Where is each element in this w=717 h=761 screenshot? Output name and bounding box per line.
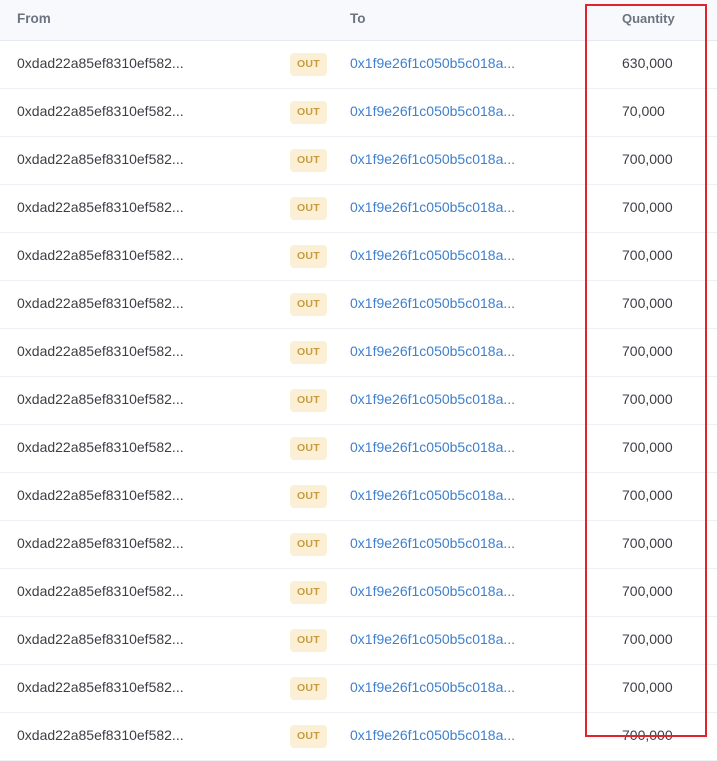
direction-badge: OUT	[290, 293, 327, 316]
direction-badge: OUT	[290, 533, 327, 556]
table-row: 0xdad22a85ef8310ef582... OUT 0x1f9e26f1c05…	[0, 425, 717, 473]
quantity-value: 700,000	[622, 151, 673, 167]
table-row: 0xdad22a85ef8310ef582... OUT 0x1f9e26f1c05…	[0, 41, 717, 89]
table-row: 0xdad22a85ef8310ef582... OUT 0x1f9e26f1c05…	[0, 281, 717, 329]
quantity-value: 700,000	[622, 679, 673, 695]
table-row: 0xdad22a85ef8310ef582... OUT 0x1f9e26f1c05…	[0, 233, 717, 281]
quantity-value: 700,000	[622, 487, 673, 503]
quantity-value: 630,000	[622, 55, 673, 71]
table-row: 0xdad22a85ef8310ef582... OUT 0x1f9e26f1c05…	[0, 473, 717, 521]
from-address[interactable]: 0xdad22a85ef8310ef582...	[17, 679, 184, 695]
from-address[interactable]: 0xdad22a85ef8310ef582...	[17, 631, 184, 647]
to-address-link[interactable]: 0x1f9e26f1c050b5c018a...	[350, 391, 515, 407]
direction-badge: OUT	[290, 437, 327, 460]
from-address[interactable]: 0xdad22a85ef8310ef582...	[17, 439, 184, 455]
direction-badge: OUT	[290, 149, 327, 172]
column-header-to: To	[350, 11, 366, 26]
from-address[interactable]: 0xdad22a85ef8310ef582...	[17, 343, 184, 359]
from-address[interactable]: 0xdad22a85ef8310ef582...	[17, 103, 184, 119]
table-row: 0xdad22a85ef8310ef582... OUT 0x1f9e26f1c05…	[0, 185, 717, 233]
quantity-value: 700,000	[622, 583, 673, 599]
table-row: 0xdad22a85ef8310ef582... OUT 0x1f9e26f1c05…	[0, 137, 717, 185]
from-address[interactable]: 0xdad22a85ef8310ef582...	[17, 151, 184, 167]
table-row: 0xdad22a85ef8310ef582... OUT 0x1f9e26f1c05…	[0, 713, 717, 761]
direction-badge: OUT	[290, 245, 327, 268]
to-address-link[interactable]: 0x1f9e26f1c050b5c018a...	[350, 535, 515, 551]
to-address-link[interactable]: 0x1f9e26f1c050b5c018a...	[350, 103, 515, 119]
column-header-from: From	[17, 11, 51, 26]
quantity-value: 700,000	[622, 295, 673, 311]
direction-badge: OUT	[290, 53, 327, 76]
table-row: 0xdad22a85ef8310ef582... OUT 0x1f9e26f1c05…	[0, 521, 717, 569]
table-row: 0xdad22a85ef8310ef582... OUT 0x1f9e26f1c05…	[0, 329, 717, 377]
from-address[interactable]: 0xdad22a85ef8310ef582...	[17, 295, 184, 311]
from-address[interactable]: 0xdad22a85ef8310ef582...	[17, 535, 184, 551]
from-address[interactable]: 0xdad22a85ef8310ef582...	[17, 247, 184, 263]
to-address-link[interactable]: 0x1f9e26f1c050b5c018a...	[350, 439, 515, 455]
table-header: From To Quantity	[0, 0, 717, 41]
quantity-value: 700,000	[622, 631, 673, 647]
quantity-value: 700,000	[622, 343, 673, 359]
quantity-value: 700,000	[622, 727, 673, 743]
transfers-table: From To Quantity 0xdad22a85ef8310ef582..…	[0, 0, 717, 761]
from-address[interactable]: 0xdad22a85ef8310ef582...	[17, 583, 184, 599]
direction-badge: OUT	[290, 389, 327, 412]
direction-badge: OUT	[290, 101, 327, 124]
to-address-link[interactable]: 0x1f9e26f1c050b5c018a...	[350, 151, 515, 167]
to-address-link[interactable]: 0x1f9e26f1c050b5c018a...	[350, 295, 515, 311]
to-address-link[interactable]: 0x1f9e26f1c050b5c018a...	[350, 679, 515, 695]
to-address-link[interactable]: 0x1f9e26f1c050b5c018a...	[350, 55, 515, 71]
quantity-value: 700,000	[622, 247, 673, 263]
direction-badge: OUT	[290, 197, 327, 220]
table-body: 0xdad22a85ef8310ef582... OUT 0x1f9e26f1c05…	[0, 41, 717, 761]
quantity-value: 70,000	[622, 103, 665, 119]
direction-badge: OUT	[290, 725, 327, 748]
to-address-link[interactable]: 0x1f9e26f1c050b5c018a...	[350, 487, 515, 503]
direction-badge: OUT	[290, 341, 327, 364]
table-row: 0xdad22a85ef8310ef582... OUT 0x1f9e26f1c05…	[0, 89, 717, 137]
table-row: 0xdad22a85ef8310ef582... OUT 0x1f9e26f1c05…	[0, 617, 717, 665]
to-address-link[interactable]: 0x1f9e26f1c050b5c018a...	[350, 583, 515, 599]
from-address[interactable]: 0xdad22a85ef8310ef582...	[17, 55, 184, 71]
from-address[interactable]: 0xdad22a85ef8310ef582...	[17, 199, 184, 215]
table-row: 0xdad22a85ef8310ef582... OUT 0x1f9e26f1c05…	[0, 569, 717, 617]
table-row: 0xdad22a85ef8310ef582... OUT 0x1f9e26f1c05…	[0, 665, 717, 713]
to-address-link[interactable]: 0x1f9e26f1c050b5c018a...	[350, 727, 515, 743]
quantity-value: 700,000	[622, 199, 673, 215]
quantity-value: 700,000	[622, 391, 673, 407]
direction-badge: OUT	[290, 485, 327, 508]
to-address-link[interactable]: 0x1f9e26f1c050b5c018a...	[350, 199, 515, 215]
quantity-value: 700,000	[622, 535, 673, 551]
direction-badge: OUT	[290, 677, 327, 700]
table-row: 0xdad22a85ef8310ef582... OUT 0x1f9e26f1c05…	[0, 377, 717, 425]
to-address-link[interactable]: 0x1f9e26f1c050b5c018a...	[350, 247, 515, 263]
direction-badge: OUT	[290, 629, 327, 652]
to-address-link[interactable]: 0x1f9e26f1c050b5c018a...	[350, 343, 515, 359]
quantity-value: 700,000	[622, 439, 673, 455]
column-header-quantity: Quantity	[622, 11, 675, 26]
from-address[interactable]: 0xdad22a85ef8310ef582...	[17, 391, 184, 407]
from-address[interactable]: 0xdad22a85ef8310ef582...	[17, 727, 184, 743]
direction-badge: OUT	[290, 581, 327, 604]
from-address[interactable]: 0xdad22a85ef8310ef582...	[17, 487, 184, 503]
to-address-link[interactable]: 0x1f9e26f1c050b5c018a...	[350, 631, 515, 647]
